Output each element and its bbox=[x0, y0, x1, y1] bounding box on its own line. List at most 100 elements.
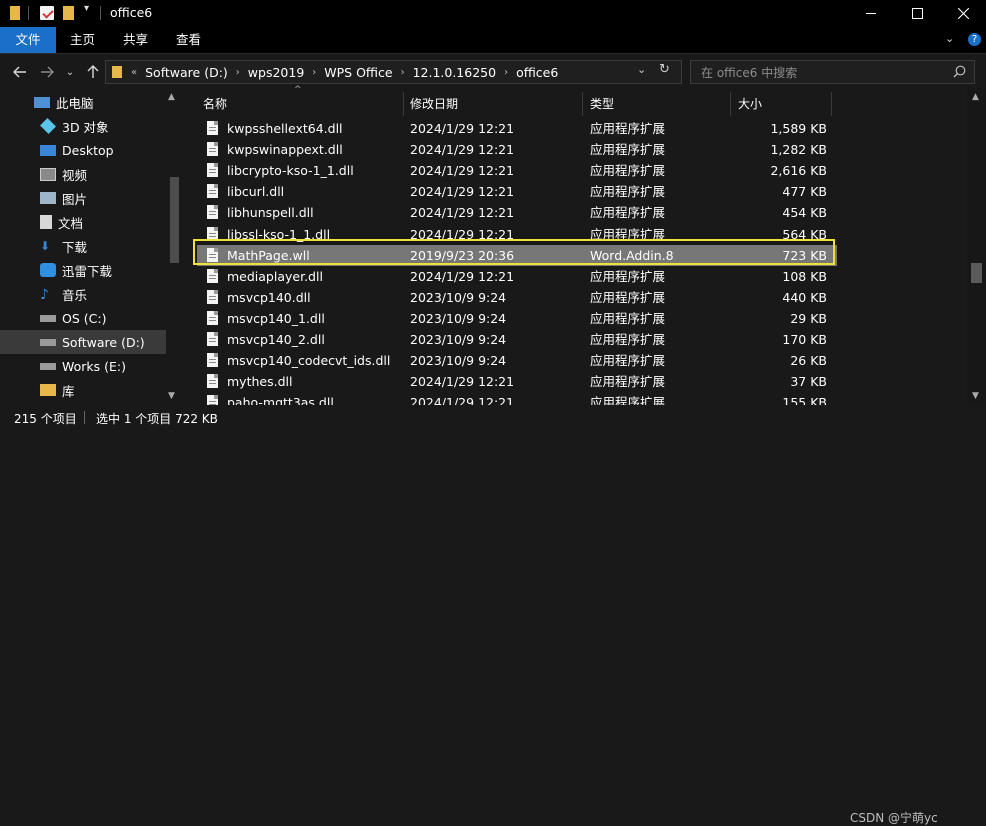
table-row[interactable]: msvcp140_2.dll 2023/10/9 9:24 应用程序扩展 170 KB bbox=[197, 329, 837, 350]
breadcrumb-separator-icon[interactable]: › bbox=[501, 67, 511, 78]
column-header-size[interactable]: 大小 bbox=[732, 92, 832, 116]
table-row[interactable]: kwpsshellext64.dll 2024/1/29 12:21 应用程序扩展 1… bbox=[197, 118, 837, 139]
sidebar-item[interactable]: Desktop bbox=[0, 138, 166, 162]
breadcrumb-separator-icon[interactable]: › bbox=[309, 67, 319, 78]
file-list-scrollbar-thumb[interactable] bbox=[971, 263, 982, 283]
sidebar-item-label: Software (D:) bbox=[62, 334, 145, 350]
sidebar-item[interactable]: 迅雷下载 bbox=[0, 258, 166, 282]
search-box[interactable]: 在 office6 中搜索 bbox=[690, 60, 975, 84]
file-icon bbox=[207, 205, 218, 220]
table-row[interactable]: libcrypto-kso-1_1.dll 2024/1/29 12:21 应用程序… bbox=[197, 160, 837, 181]
column-header-name[interactable]: 名称 bbox=[197, 92, 404, 116]
file-date: 2024/1/29 12:21 bbox=[410, 142, 515, 158]
table-row[interactable]: msvcp140_codecvt_ids.dll 2023/10/9 9:24 应用… bbox=[197, 350, 837, 371]
thunder-icon bbox=[40, 263, 56, 277]
file-size: 170 KB bbox=[782, 332, 827, 347]
sidebar-item[interactable]: OS (C:) bbox=[0, 306, 166, 330]
table-row[interactable]: msvcp140.dll 2023/10/9 9:24 应用程序扩展 440 KB bbox=[197, 287, 837, 308]
sidebar-item[interactable]: 此电脑 bbox=[0, 90, 166, 114]
sidebar-item[interactable]: 文档 bbox=[0, 210, 166, 234]
tab-home[interactable]: 主页 bbox=[58, 27, 107, 53]
file-type: 应用程序扩展 bbox=[590, 353, 666, 369]
sidebar-item-label: OS (C:) bbox=[62, 310, 107, 326]
nav-scroll-down-icon[interactable]: ▼ bbox=[168, 391, 175, 401]
sidebar-item-label: 下载 bbox=[62, 239, 88, 255]
new-folder-icon[interactable] bbox=[63, 6, 74, 20]
address-dropdown-icon[interactable]: ⌄ bbox=[637, 63, 646, 76]
table-row[interactable]: mediaplayer.dll 2024/1/29 12:21 应用程序扩展 108 … bbox=[197, 266, 837, 287]
picture-icon bbox=[40, 192, 56, 204]
scroll-up-icon[interactable]: ▲ bbox=[972, 92, 979, 102]
tab-view[interactable]: 查看 bbox=[164, 27, 213, 53]
file-type: 应用程序扩展 bbox=[590, 310, 666, 326]
maximize-button[interactable] bbox=[894, 0, 940, 27]
file-name: mediaplayer.dll bbox=[227, 268, 323, 284]
table-row[interactable]: kwpswinappext.dll 2024/1/29 12:21 应用程序扩展 1,… bbox=[197, 139, 837, 160]
refresh-icon[interactable]: ↻ bbox=[659, 62, 670, 77]
sidebar-item-label: 3D 对象 bbox=[62, 119, 109, 135]
breadcrumb-wps2019[interactable]: wps2019 bbox=[243, 65, 309, 80]
file-date: 2024/1/29 12:21 bbox=[410, 205, 515, 221]
close-button[interactable] bbox=[940, 0, 986, 27]
breadcrumb-version[interactable]: 12.1.0.16250 bbox=[408, 65, 502, 80]
minimize-button[interactable] bbox=[848, 0, 894, 27]
maximize-icon bbox=[911, 8, 923, 19]
chevron-down-icon: ⌄ bbox=[65, 66, 75, 78]
tab-file[interactable]: 文件 bbox=[0, 27, 56, 53]
sidebar-item[interactable]: 3D 对象 bbox=[0, 114, 166, 138]
breadcrumb-software-d[interactable]: Software (D:) bbox=[140, 65, 233, 80]
quick-access-dropdown-icon[interactable]: ▾ bbox=[84, 3, 89, 14]
item-count: 215 个项目 bbox=[14, 412, 77, 426]
table-row[interactable]: mythes.dll 2024/1/29 12:21 应用程序扩展 37 KB bbox=[197, 371, 837, 392]
sidebar-item[interactable]: 视频 bbox=[0, 162, 166, 186]
sidebar-item[interactable]: Software (D:) bbox=[0, 330, 166, 354]
file-type: 应用程序扩展 bbox=[590, 142, 666, 158]
back-button[interactable] bbox=[10, 62, 30, 82]
table-row[interactable]: libhunspell.dll 2024/1/29 12:21 应用程序扩展 454 … bbox=[197, 202, 837, 223]
column-header-type[interactable]: 类型 bbox=[584, 92, 731, 116]
sidebar-item-label: 图片 bbox=[62, 191, 88, 207]
music-icon: ♪ bbox=[40, 287, 49, 303]
file-type: 应用程序扩展 bbox=[590, 184, 666, 200]
search-input[interactable]: 在 office6 中搜索 bbox=[701, 64, 797, 81]
address-bar[interactable]: « Software (D:) › wps2019 › WPS Office ›… bbox=[105, 60, 682, 84]
file-type: 应用程序扩展 bbox=[590, 332, 666, 347]
sidebar-item[interactable]: 库 bbox=[0, 378, 166, 402]
sidebar-item-label: 库 bbox=[62, 383, 75, 399]
sidebar-item[interactable]: ⬇ 下载 bbox=[0, 234, 166, 258]
forward-button[interactable] bbox=[37, 62, 57, 82]
file-name: libcurl.dll bbox=[227, 184, 285, 200]
table-row[interactable]: libcurl.dll 2024/1/29 12:21 应用程序扩展 477 KB bbox=[197, 181, 837, 202]
computer-icon bbox=[34, 96, 50, 108]
sidebar-item-label: 此电脑 bbox=[56, 95, 94, 111]
scroll-down-icon[interactable]: ▼ bbox=[972, 391, 979, 401]
sidebar-item[interactable]: Works (E:) bbox=[0, 354, 166, 378]
file-name: msvcp140.dll bbox=[227, 289, 311, 305]
breadcrumb-separator-icon[interactable]: › bbox=[233, 67, 243, 78]
recent-locations-button[interactable]: ⌄ bbox=[60, 62, 80, 82]
properties-icon[interactable] bbox=[40, 6, 54, 20]
ribbon-tabs: 文件 主页 共享 查看 ⌄ ? bbox=[0, 27, 986, 54]
file-date: 2023/10/9 9:24 bbox=[410, 310, 507, 326]
sidebar-item-label: 视频 bbox=[62, 167, 88, 183]
tab-share[interactable]: 共享 bbox=[111, 27, 160, 53]
divider bbox=[100, 6, 101, 20]
breadcrumb-wps-office[interactable]: WPS Office bbox=[319, 65, 397, 80]
overflow-icon[interactable]: « bbox=[128, 67, 140, 78]
nav-scrollbar-thumb[interactable] bbox=[170, 177, 179, 263]
help-icon[interactable]: ? bbox=[968, 33, 981, 46]
column-header-date[interactable]: 修改日期 bbox=[404, 92, 583, 116]
file-icon bbox=[207, 332, 218, 346]
table-row[interactable]: msvcp140_1.dll 2023/10/9 9:24 应用程序扩展 29 KB bbox=[197, 308, 837, 329]
file-date: 2024/1/29 12:21 bbox=[410, 121, 515, 136]
breadcrumb-separator-icon[interactable]: › bbox=[398, 67, 408, 78]
file-size: 1,589 KB bbox=[770, 121, 827, 136]
sidebar-item[interactable]: ♪ 音乐 bbox=[0, 282, 166, 306]
file-list-scrollbar[interactable] bbox=[967, 88, 986, 406]
up-button[interactable] bbox=[83, 62, 103, 82]
breadcrumb-office6[interactable]: office6 bbox=[511, 65, 563, 80]
nav-scroll-up-icon[interactable]: ▲ bbox=[168, 92, 175, 102]
desktop-icon bbox=[40, 144, 56, 156]
expand-ribbon-icon[interactable]: ⌄ bbox=[945, 32, 954, 45]
sidebar-item[interactable]: 图片 bbox=[0, 186, 166, 210]
